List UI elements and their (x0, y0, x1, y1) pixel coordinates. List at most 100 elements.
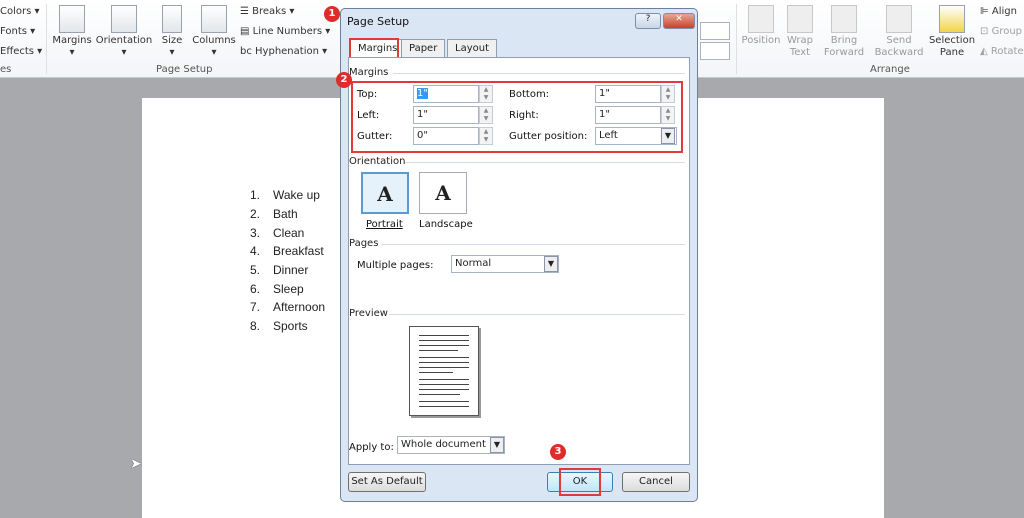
label: Columns (192, 35, 236, 46)
label: Forward (823, 47, 865, 58)
number: 2. (250, 207, 261, 221)
number: 7. (250, 300, 261, 314)
line-numbers-icon: ▤ (240, 26, 253, 37)
label: Backward (874, 47, 924, 58)
label: Orientation (95, 35, 153, 46)
columns-icon (201, 5, 227, 33)
margins-icon (59, 5, 85, 33)
value: Whole document (401, 439, 486, 450)
label: Selection (928, 35, 976, 46)
annotation-badge-1: 1 (324, 6, 340, 22)
label: Align (991, 6, 1017, 17)
label: Size (161, 35, 183, 46)
list-item[interactable]: 7. Afternoon (250, 300, 325, 314)
label: Group (991, 26, 1023, 37)
chevron-down-icon[interactable]: ▼ (544, 256, 558, 272)
theme-effects-button[interactable]: Effects ▾ (0, 46, 42, 57)
number: 3. (250, 226, 261, 240)
apply-to-label: Apply to: (349, 442, 394, 453)
list-item[interactable]: 3. Clean (250, 226, 304, 240)
margins-section-label: Margins (349, 67, 389, 78)
send-backward-button[interactable]: Send Backward (870, 5, 928, 59)
label: Position (741, 35, 781, 46)
rotate-button[interactable]: ◭ Rotate (980, 46, 1024, 57)
margins-tab-panel: Margins Top: 1" ▲ ▼ Bottom: 1" ▲ ▼ Left: 1… (348, 57, 690, 465)
orientation-icon (111, 5, 137, 33)
theme-colors-button[interactable]: Colors ▾ (0, 6, 40, 17)
align-button[interactable]: ⊫ Align (980, 6, 1017, 17)
label: Text (789, 47, 811, 58)
multiple-pages-label: Multiple pages: (357, 260, 434, 271)
close-button[interactable]: ✕ (663, 13, 695, 29)
theme-fonts-button[interactable]: Fonts ▾ (0, 26, 35, 37)
size-button[interactable]: Size ▾ (158, 5, 186, 59)
portrait-label: Portrait (366, 219, 403, 230)
multiple-pages-select[interactable]: Normal (451, 255, 559, 273)
selection-pane-button[interactable]: Selection Pane (928, 5, 976, 59)
divider (381, 244, 685, 245)
label: Fonts (0, 26, 27, 37)
tab-layout[interactable]: Layout (447, 39, 497, 58)
tab-paper[interactable]: Paper (401, 39, 446, 58)
list-item[interactable]: 6. Sleep (250, 282, 304, 296)
list-item[interactable]: 1. Wake up (250, 188, 320, 202)
number: 5. (250, 263, 261, 277)
list-item[interactable]: 2. Bath (250, 207, 298, 221)
list-item[interactable]: 5. Dinner (250, 263, 308, 277)
chevron-down-icon[interactable]: ▼ (490, 437, 504, 453)
text: Breakfast (273, 244, 324, 258)
selection-pane-icon (939, 5, 965, 33)
label: Effects (0, 46, 34, 57)
divider (46, 4, 47, 74)
orientation-button[interactable]: Orientation ▾ (95, 5, 153, 59)
page-setup-group-label: Page Setup (156, 64, 213, 75)
landscape-icon[interactable]: A (419, 172, 467, 214)
list-item[interactable]: 8. Sports (250, 319, 308, 333)
text: Bath (273, 207, 298, 221)
arrange-group-label: Arrange (870, 64, 910, 75)
divider (405, 162, 685, 163)
wrap-text-button[interactable]: Wrap Text (784, 5, 816, 59)
mouse-cursor-icon: ➤ (130, 456, 142, 472)
label: Line Numbers (252, 26, 323, 37)
dialog-title: Page Setup (347, 15, 410, 28)
label: Send (886, 35, 912, 46)
label: Rotate (990, 46, 1024, 57)
hyphenation-button[interactable]: bc Hyphenation ▾ (240, 46, 327, 57)
send-backward-icon (886, 5, 912, 33)
columns-button[interactable]: Columns ▾ (192, 5, 236, 59)
page-setup-dialog: Page Setup ? ✕ Margins Paper Layout Marg… (340, 8, 698, 502)
pages-section-label: Pages (349, 238, 379, 249)
apply-to-select[interactable]: Whole document (397, 436, 505, 454)
set-as-default-button[interactable]: Set As Default (348, 472, 426, 492)
page-preview (409, 326, 479, 416)
text: Wake up (273, 188, 320, 202)
landscape-label: Landscape (419, 219, 473, 230)
portrait-icon[interactable]: A (361, 172, 409, 214)
breaks-button[interactable]: ☰ Breaks ▾ (240, 6, 294, 17)
bring-forward-button[interactable]: Bring Forward (820, 5, 868, 59)
position-button[interactable]: Position (740, 5, 782, 47)
group-icon: ⊡ (980, 26, 992, 37)
help-button[interactable]: ? (635, 13, 661, 29)
divider (389, 314, 685, 315)
text: Afternoon (273, 300, 326, 314)
line-numbers-button[interactable]: ▤ Line Numbers ▾ (240, 26, 330, 37)
group-button[interactable]: ⊡ Group (980, 26, 1022, 37)
number: 8. (250, 319, 261, 333)
margins-button[interactable]: Margins ▾ (52, 5, 92, 59)
align-icon: ⊫ (980, 6, 992, 17)
annotation-badge-2: 2 (336, 72, 352, 88)
cancel-button[interactable]: Cancel (622, 472, 690, 492)
divider (736, 4, 737, 74)
spacing-after-field[interactable] (700, 42, 730, 60)
list-item[interactable]: 4. Breakfast (250, 244, 324, 258)
hyphenation-icon: bc (240, 46, 256, 57)
number: 6. (250, 282, 261, 296)
label: Hyphenation (255, 46, 319, 57)
spacing-before-field[interactable] (700, 22, 730, 40)
annotation-badge-3: 3 (550, 444, 566, 460)
preview-section-label: Preview (349, 308, 388, 319)
label: Pane (939, 47, 965, 58)
size-icon (162, 5, 182, 33)
